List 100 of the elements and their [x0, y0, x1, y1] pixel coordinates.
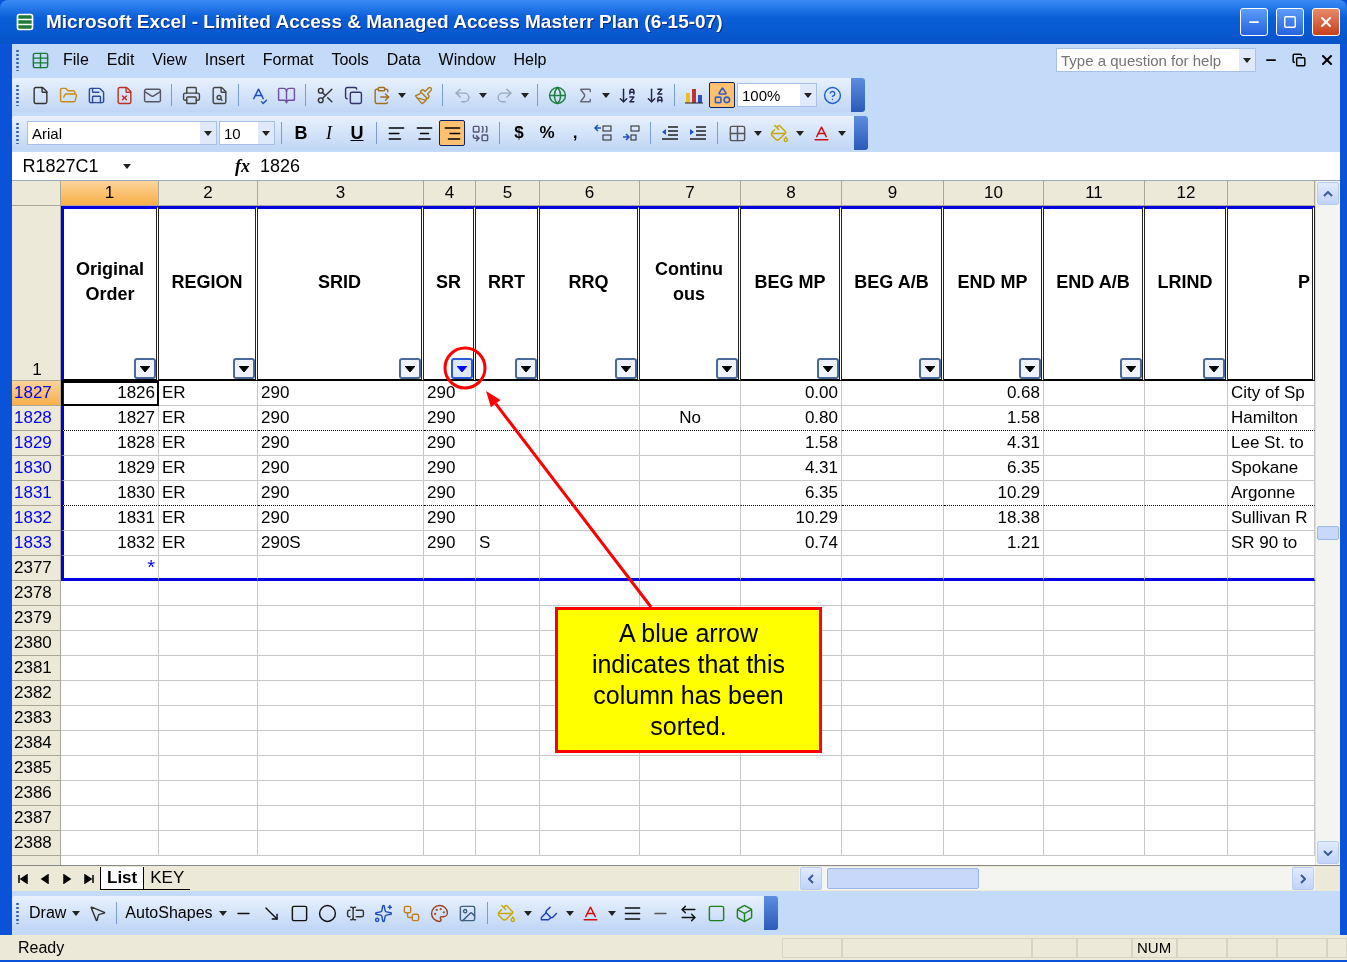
- column-number[interactable]: 12: [1145, 181, 1228, 206]
- table-cell: 1.58: [741, 431, 842, 456]
- column-title: Continuous: [654, 258, 724, 306]
- row-number[interactable]: 2377: [12, 556, 61, 581]
- column-number[interactable]: 4: [424, 181, 476, 206]
- column-title: P: [1297, 270, 1311, 294]
- number-format-button[interactable]: %: [534, 120, 560, 146]
- font-size-field[interactable]: 10: [219, 121, 275, 145]
- row-number[interactable]: 1831: [12, 481, 61, 506]
- table-cell: 290: [258, 481, 424, 506]
- name-box[interactable]: R1827C1: [12, 153, 145, 179]
- row-number[interactable]: 1833: [12, 531, 61, 556]
- column-title: END MP: [956, 270, 1029, 294]
- table-cell: 290: [424, 406, 476, 431]
- table-cell: 1830: [61, 481, 159, 506]
- column-number[interactable]: 11: [1044, 181, 1145, 206]
- row-number[interactable]: 2379: [12, 606, 61, 631]
- row-number[interactable]: 2381: [12, 656, 61, 681]
- column-number[interactable]: 7: [640, 181, 741, 206]
- num-lock-indicator: NUM: [1132, 937, 1177, 958]
- table-cell: ER: [159, 456, 258, 481]
- column-title: SRID: [317, 270, 362, 294]
- row-number[interactable]: 2385: [12, 756, 61, 781]
- number-format-button[interactable]: $: [506, 120, 532, 146]
- table-cell: 6.35: [741, 481, 842, 506]
- column-title: Original Order: [75, 258, 145, 306]
- table-cell: No: [640, 406, 741, 431]
- table-cell: 290: [258, 381, 424, 406]
- table-cell: 290: [258, 506, 424, 531]
- draw-menu-button[interactable]: Draw: [27, 904, 69, 922]
- menu-item[interactable]: Window: [430, 49, 504, 71]
- table-cell: 0.74: [741, 531, 842, 556]
- font-field[interactable]: Arial: [27, 121, 217, 145]
- column-number[interactable]: 9: [842, 181, 944, 206]
- row-number[interactable]: 1: [12, 206, 61, 381]
- autoshapes-menu-button[interactable]: AutoShapes: [123, 904, 215, 922]
- column-number[interactable]: 6: [540, 181, 640, 206]
- row-number[interactable]: 1832: [12, 506, 61, 531]
- menu-item[interactable]: Help: [505, 49, 555, 71]
- text-style-button[interactable]: B: [288, 120, 314, 146]
- row-number[interactable]: 1827: [12, 381, 61, 406]
- table-cell: ER: [159, 431, 258, 456]
- row-number[interactable]: 2380: [12, 631, 61, 656]
- column-number[interactable]: 8: [741, 181, 842, 206]
- table-cell: 290: [258, 456, 424, 481]
- row-number[interactable]: 2387: [12, 806, 61, 831]
- row-number[interactable]: 1828: [12, 406, 61, 431]
- table-cell: 4.31: [944, 431, 1044, 456]
- table-cell: 290: [424, 531, 476, 556]
- table-cell: 6.35: [944, 456, 1044, 481]
- table-cell: ER: [159, 406, 258, 431]
- table-cell: 1.58: [944, 406, 1044, 431]
- number-format-button[interactable]: ,: [562, 120, 588, 146]
- row-number[interactable]: 2384: [12, 731, 61, 756]
- menu-item[interactable]: File: [55, 49, 97, 71]
- table-cell: *: [61, 556, 159, 581]
- menu-item[interactable]: Tools: [323, 49, 377, 71]
- column-title: SR: [435, 270, 462, 294]
- column-number[interactable]: 1: [61, 181, 159, 206]
- table-cell: 290: [424, 431, 476, 456]
- table-cell: 290: [424, 506, 476, 531]
- row-number[interactable]: 1830: [12, 456, 61, 481]
- row-number[interactable]: 2378: [12, 581, 61, 606]
- callout-note: A blue arrow indicates that this column has been sorted.: [555, 607, 822, 753]
- table-cell: 4.31: [741, 456, 842, 481]
- table-cell: 1832: [61, 531, 159, 556]
- table-cell: 18.38: [944, 506, 1044, 531]
- row-number[interactable]: 2388: [12, 831, 61, 856]
- sheet-tab[interactable]: List: [100, 867, 144, 890]
- column-number[interactable]: 2: [159, 181, 258, 206]
- help-search-field[interactable]: Type a question for help: [1056, 48, 1256, 72]
- table-cell: 1831: [61, 506, 159, 531]
- table-cell: 10.29: [944, 481, 1044, 506]
- text-style-button[interactable]: I: [316, 120, 342, 146]
- table-cell: 1827: [61, 406, 159, 431]
- sheet-tab[interactable]: KEY: [143, 867, 191, 890]
- zoom-field[interactable]: 100%: [737, 83, 817, 107]
- menu-item[interactable]: Edit: [98, 49, 143, 71]
- menu-item[interactable]: Insert: [196, 49, 253, 71]
- row-number[interactable]: 2382: [12, 681, 61, 706]
- column-number[interactable]: 10: [944, 181, 1044, 206]
- menu-item[interactable]: Format: [254, 49, 322, 71]
- table-cell: 290: [258, 406, 424, 431]
- table-cell: ER: [159, 506, 258, 531]
- row-number[interactable]: 2386: [12, 781, 61, 806]
- column-title: END A/B: [1055, 270, 1131, 294]
- column-title: REGION: [170, 270, 244, 294]
- text-style-button[interactable]: U: [344, 120, 370, 146]
- table-cell: 1829: [61, 456, 159, 481]
- column-number[interactable]: 3: [258, 181, 424, 206]
- insert-function-button[interactable]: fx: [145, 155, 256, 177]
- menu-item[interactable]: View: [144, 49, 195, 71]
- row-number[interactable]: 1829: [12, 431, 61, 456]
- table-cell: 290: [424, 481, 476, 506]
- table-cell: S: [476, 531, 540, 556]
- menu-item[interactable]: Data: [378, 49, 429, 71]
- row-number[interactable]: 2383: [12, 706, 61, 731]
- table-cell: 0.80: [741, 406, 842, 431]
- column-number[interactable]: 5: [476, 181, 540, 206]
- formula-field[interactable]: 1826: [256, 155, 301, 177]
